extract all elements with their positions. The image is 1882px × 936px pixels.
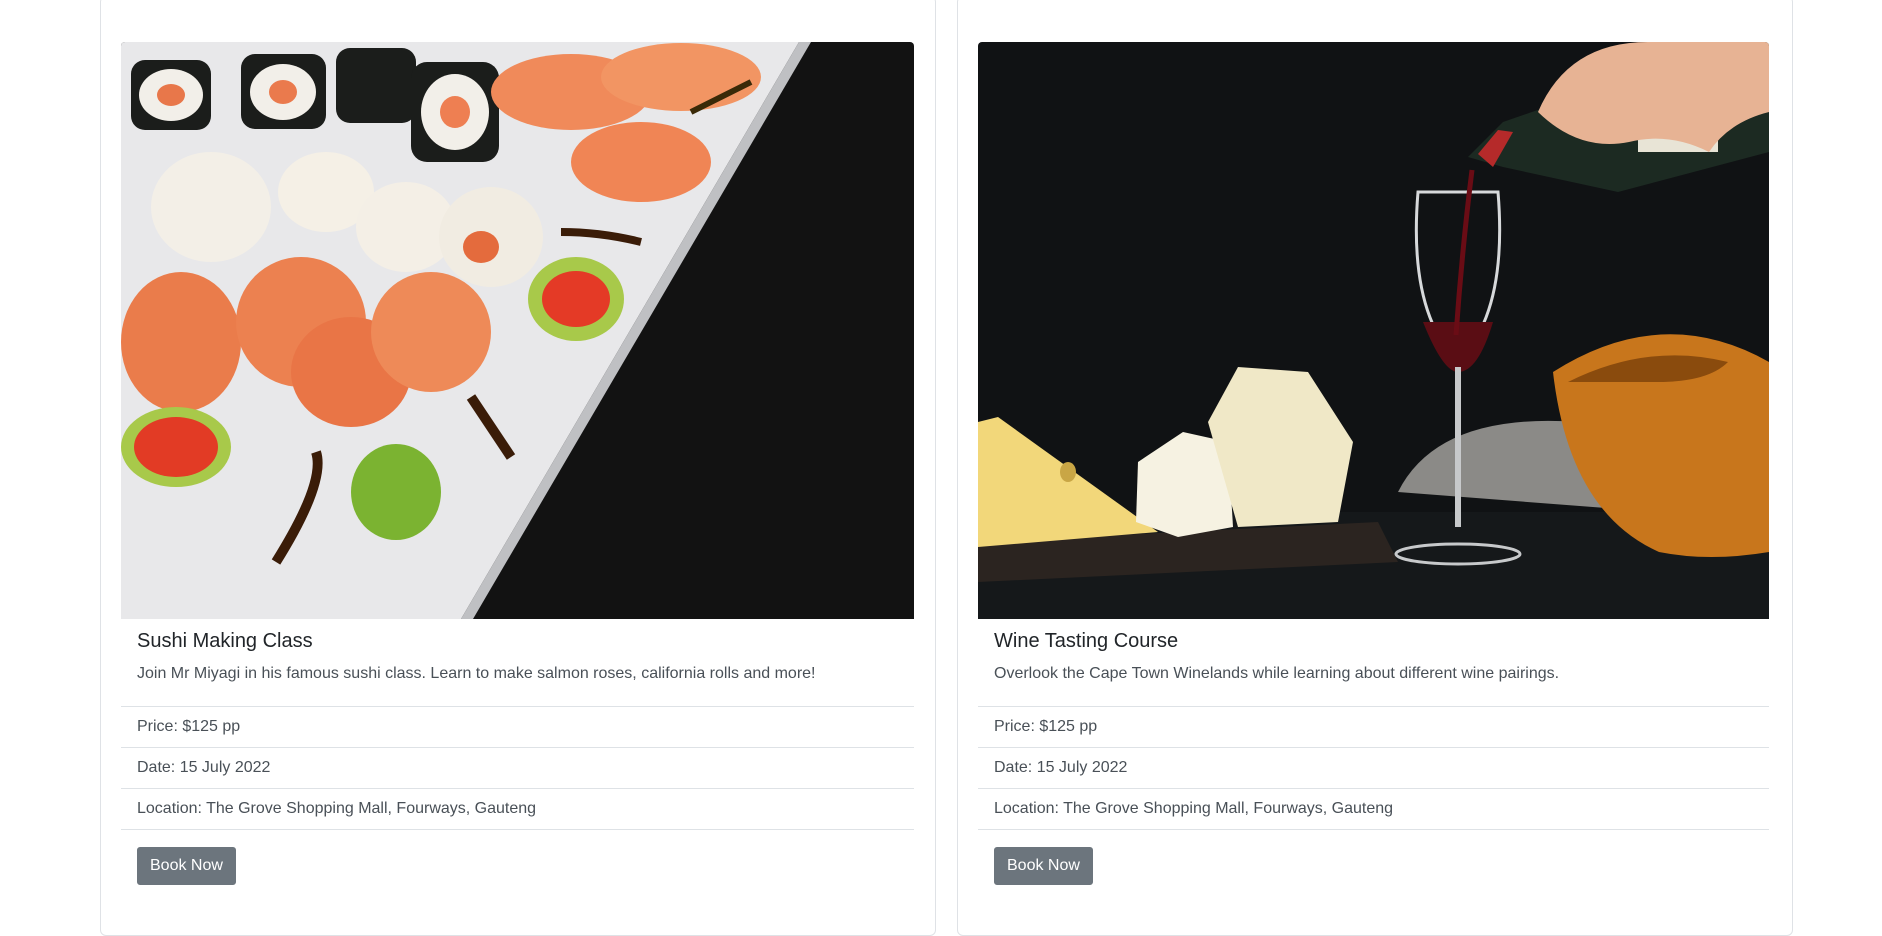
sushi-image	[121, 42, 914, 619]
book-now-button[interactable]: Book Now	[137, 847, 236, 885]
card-description: Overlook the Cape Town Winelands while l…	[994, 665, 1560, 682]
wine-image	[978, 42, 1769, 619]
card-title: Sushi Making Class	[137, 630, 313, 652]
price-item: Price: $125 pp	[121, 707, 914, 748]
event-card-sushi: Sushi Making Class Join Mr Miyagi in his…	[100, 0, 936, 936]
event-card-wine: Wine Tasting Course Overlook the Cape To…	[957, 0, 1793, 936]
card-description: Join Mr Miyagi in his famous sushi class…	[137, 665, 816, 682]
card-title: Wine Tasting Course	[994, 630, 1179, 652]
book-now-button[interactable]: Book Now	[994, 847, 1093, 885]
card-details-list: Price: $125 pp Date: 15 July 2022 Locati…	[978, 706, 1769, 830]
card-details-list: Price: $125 pp Date: 15 July 2022 Locati…	[121, 706, 914, 830]
location-item: Location: The Grove Shopping Mall, Fourw…	[978, 789, 1769, 830]
date-item: Date: 15 July 2022	[978, 748, 1769, 789]
date-item: Date: 15 July 2022	[121, 748, 914, 789]
price-item: Price: $125 pp	[978, 707, 1769, 748]
location-item: Location: The Grove Shopping Mall, Fourw…	[121, 789, 914, 830]
